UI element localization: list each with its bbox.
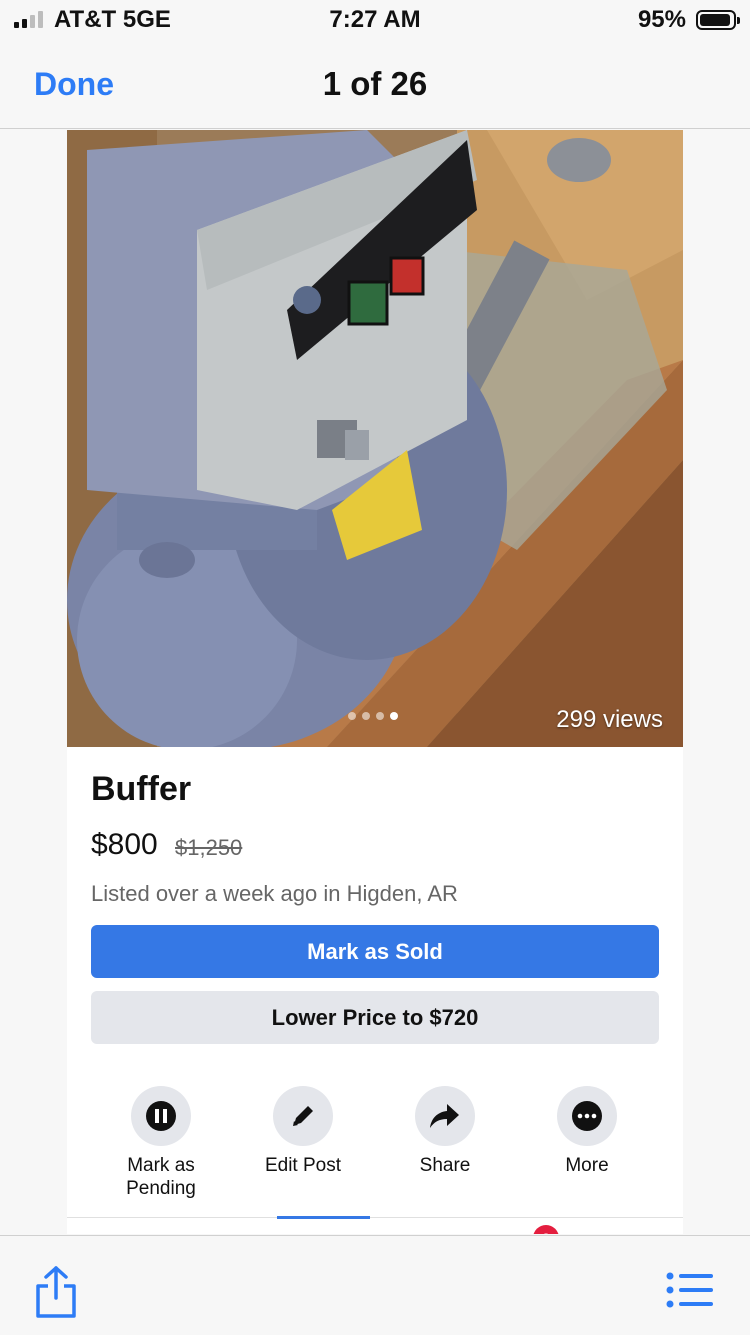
pause-icon bbox=[146, 1101, 176, 1131]
photo-page-indicator bbox=[348, 712, 398, 720]
mark-as-sold-button[interactable]: Mark as Sold bbox=[91, 925, 659, 978]
share-icon[interactable] bbox=[34, 1264, 78, 1320]
edit-post-label: Edit Post bbox=[264, 1155, 342, 1176]
lower-price-button[interactable]: Lower Price to $720 bbox=[91, 991, 659, 1044]
edit-post-action[interactable]: Edit Post bbox=[233, 1086, 373, 1177]
more-action[interactable]: More bbox=[517, 1086, 657, 1177]
buffer-machine-illustration bbox=[67, 130, 683, 747]
bottom-toolbar bbox=[0, 1235, 750, 1335]
pencil-icon bbox=[293, 1106, 313, 1126]
share-circle[interactable] bbox=[415, 1086, 475, 1146]
more-circle[interactable] bbox=[557, 1086, 617, 1146]
notification-badge: 2 bbox=[533, 1225, 559, 1234]
listing-card: 299 views Buffer $800 $1,250 Listed over… bbox=[67, 130, 683, 1234]
active-tab-indicator bbox=[277, 1216, 370, 1219]
share-action[interactable]: Share bbox=[375, 1086, 515, 1177]
status-bar: AT&T 5GE 7:27 AM 95% bbox=[0, 0, 750, 40]
listing-actions: Mark as Pending Edit Post Share More bbox=[67, 1086, 683, 1216]
more-label: More bbox=[565, 1155, 609, 1176]
battery-icon bbox=[696, 10, 740, 30]
mark-pending-circle[interactable] bbox=[131, 1086, 191, 1146]
mark-pending-label: Mark as Pending bbox=[126, 1155, 196, 1199]
photo-counter: 1 of 26 bbox=[322, 65, 428, 102]
listing-price: $800 bbox=[91, 828, 158, 861]
listing-title: Buffer bbox=[91, 770, 192, 808]
navigation-bar: Done 1 of 26 bbox=[0, 40, 750, 129]
mark-pending-action[interactable]: Mark as Pending bbox=[91, 1086, 231, 1200]
original-price: $1,250 bbox=[175, 835, 243, 860]
share-arrow-icon bbox=[430, 1104, 459, 1128]
list-icon[interactable] bbox=[666, 1272, 714, 1308]
app-tab-bar: 2 bbox=[67, 1216, 683, 1234]
edit-post-circle[interactable] bbox=[273, 1086, 333, 1146]
share-label: Share bbox=[419, 1155, 471, 1176]
view-count: 299 views bbox=[556, 706, 663, 733]
more-icon bbox=[572, 1101, 602, 1131]
battery-percent: 95% bbox=[637, 6, 686, 33]
listing-photo[interactable]: 299 views bbox=[67, 130, 683, 747]
listing-meta: Listed over a week ago in Higden, AR bbox=[91, 881, 458, 906]
